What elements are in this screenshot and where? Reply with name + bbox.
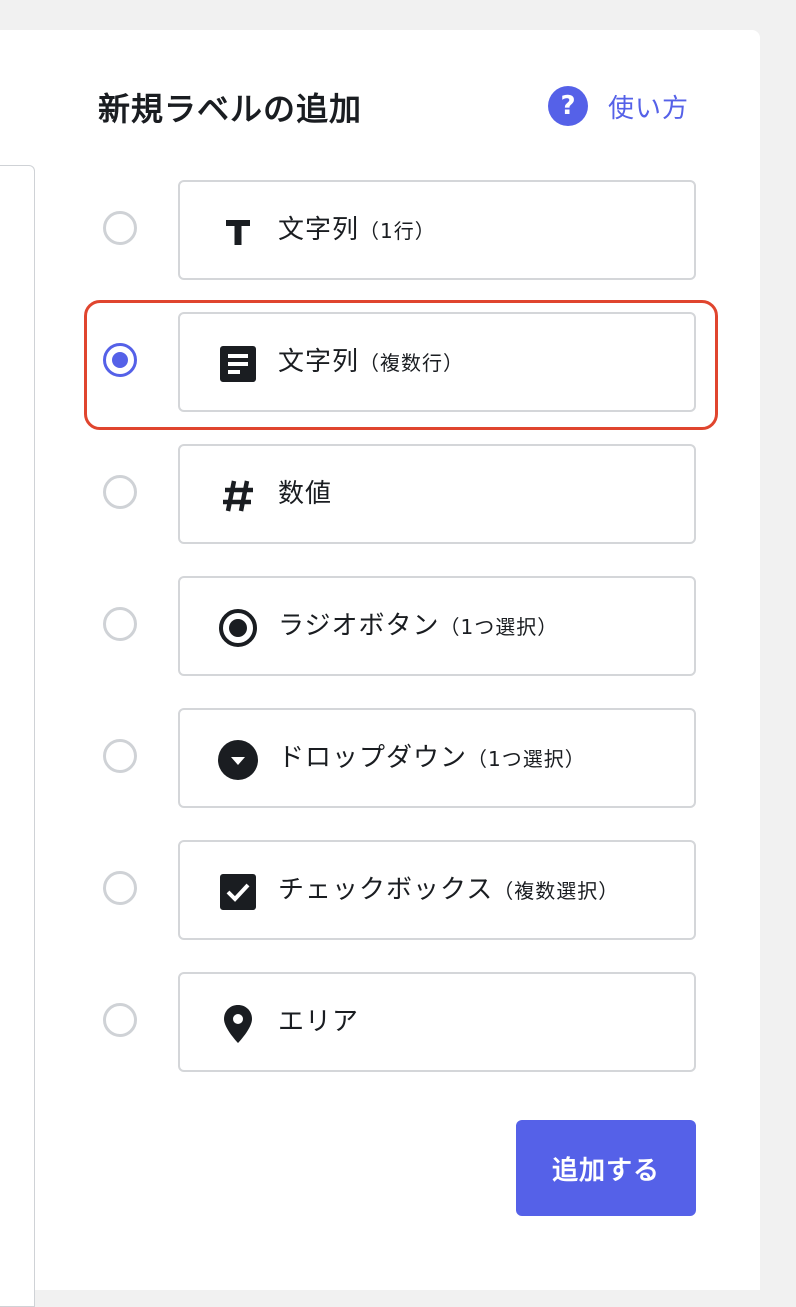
dropdown-icon [218,740,258,780]
radio-checkbox[interactable] [103,871,137,905]
radio-dropdown[interactable] [103,739,137,773]
radio-text-single[interactable] [103,211,137,245]
option-card-number[interactable]: 数値 [178,444,696,544]
option-row-text-single: 文字列 （1行） [0,180,760,280]
option-label-main: 文字列 [278,214,360,245]
option-label-main: 文字列 [278,346,360,377]
option-card-radio[interactable]: ラジオボタン （1つ選択） [178,576,696,676]
option-row-radio: ラジオボタン （1つ選択） [0,576,760,676]
option-label: ドロップダウン （1つ選択） [278,710,586,806]
option-label-main: チェックボックス [278,874,494,905]
option-label-sub: （1行） [359,218,436,243]
option-label-sub: （複数行） [359,350,465,375]
option-label: 文字列 （複数行） [278,314,464,410]
option-label: ラジオボタン （1つ選択） [278,578,558,674]
option-label-sub: （1つ選択） [439,614,559,639]
question-circle-icon: ? [548,86,588,126]
option-label-main: ラジオボタン [278,610,440,641]
option-label-sub: （1つ選択） [467,746,586,771]
option-row-number: 数値 [0,444,760,544]
option-label-sub: （複数選択） [493,878,620,903]
option-label: 数値 [278,446,332,542]
checkbox-icon [218,872,258,912]
option-row-text-multi: 文字列 （複数行） [0,312,760,412]
option-card-text-single[interactable]: 文字列 （1行） [178,180,696,280]
option-card-dropdown[interactable]: ドロップダウン （1つ選択） [178,708,696,808]
option-label: エリア [278,974,359,1070]
radio-area[interactable] [103,1003,137,1037]
option-label: チェックボックス （複数選択） [278,842,619,938]
option-label-main: ドロップダウン [278,742,468,773]
option-label: 文字列 （1行） [278,182,436,278]
option-label-main: 数値 [278,479,333,509]
help-link[interactable]: ? 使い方 [548,86,689,126]
radio-button-icon [218,608,258,648]
paragraph-icon [218,344,258,384]
option-card-checkbox[interactable]: チェックボックス （複数選択） [178,840,696,940]
radio-number[interactable] [103,475,137,509]
option-row-area: エリア [0,972,760,1072]
add-label-button[interactable]: 追加する [516,1120,696,1216]
radio-text-multi[interactable] [103,343,137,377]
map-pin-icon [218,1004,258,1044]
text-icon [218,212,258,252]
help-link-label: 使い方 [608,93,690,124]
option-card-area[interactable]: エリア [178,972,696,1072]
option-row-dropdown: ドロップダウン （1つ選択） [0,708,760,808]
option-card-text-multi[interactable]: 文字列 （複数行） [178,312,696,412]
option-row-checkbox: チェックボックス （複数選択） [0,840,760,940]
dialog-title: 新規ラベルの追加 [98,90,363,128]
option-label-main: エリア [278,1007,360,1037]
hash-icon [218,476,258,516]
radio-radio-button[interactable] [103,607,137,641]
